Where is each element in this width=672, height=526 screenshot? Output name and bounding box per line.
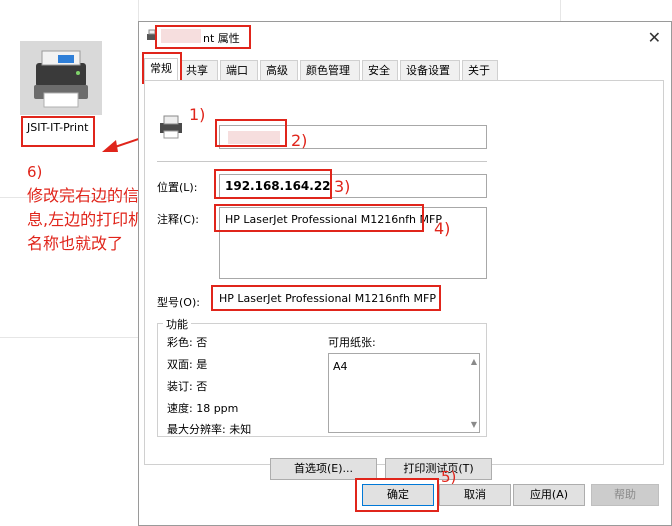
annotation-4: 4) — [434, 219, 451, 238]
tab-ports[interactable]: 端口 — [220, 60, 258, 80]
background-divider — [560, 0, 561, 21]
annotation-note-text: 修改完右边的信息,左边的打印机名称也就改了 — [27, 186, 145, 253]
annotation-note: 6) 修改完右边的信息,左边的打印机名称也就改了 — [27, 160, 147, 256]
title-highlight — [155, 25, 251, 49]
tab-sharing[interactable]: 共享 — [180, 60, 218, 80]
tab-security[interactable]: 安全 — [362, 60, 398, 80]
location-highlight — [214, 169, 332, 199]
location-label: 位置(L): — [157, 181, 198, 194]
annotation-1: 1) — [189, 105, 206, 124]
background-divider — [138, 0, 139, 21]
cancel-button[interactable]: 取消 — [439, 484, 511, 506]
model-highlight — [211, 285, 441, 311]
apply-button[interactable]: 应用(A) — [513, 484, 585, 506]
printer-icon — [34, 50, 88, 108]
help-button[interactable]: 帮助 — [591, 484, 659, 506]
tab-color-management[interactable]: 颜色管理 — [300, 60, 360, 80]
paper-label: 可用纸张: — [328, 336, 376, 349]
features-title: 功能 — [163, 316, 191, 332]
scroll-down-icon[interactable]: ▼ — [471, 420, 477, 429]
feature-speed: 速度: 18 ppm — [167, 402, 239, 415]
feature-color: 彩色: 否 — [167, 336, 208, 349]
divider — [157, 161, 487, 162]
tab-advanced[interactable]: 高级 — [260, 60, 298, 80]
printer-icon — [160, 115, 182, 139]
comment-label: 注释(C): — [157, 213, 199, 226]
feature-duplex: 双面: 是 — [167, 358, 208, 371]
annotation-2: 2) — [291, 131, 308, 150]
close-icon[interactable]: ✕ — [648, 28, 661, 47]
paper-listbox[interactable]: A4 ▲ ▼ — [328, 353, 480, 433]
printer-properties-dialog: nt 属性 ✕ 常规 共享 端口 高级 颜色管理 安全 设备设置 关于 1) 2… — [138, 21, 672, 526]
tab-bar: 常规 共享 端口 高级 颜色管理 安全 设备设置 关于 — [139, 58, 671, 80]
ok-button-highlight — [355, 478, 439, 512]
preferences-button[interactable]: 首选项(E)... — [270, 458, 377, 480]
dialog-titlebar: nt 属性 ✕ — [139, 22, 671, 52]
tab-device-settings[interactable]: 设备设置 — [400, 60, 460, 80]
feature-max-resolution: 最大分辨率: 未知 — [167, 423, 252, 436]
feature-staple: 装订: 否 — [167, 380, 208, 393]
paper-item[interactable]: A4 — [333, 360, 348, 373]
tab-about[interactable]: 关于 — [462, 60, 498, 80]
printer-tile[interactable] — [20, 41, 102, 115]
annotation-6: 6) — [27, 163, 43, 181]
comment-highlight — [214, 204, 424, 232]
printer-name-highlight — [21, 116, 95, 147]
printer-name-input-highlight — [215, 119, 287, 147]
background-divider — [0, 337, 138, 338]
scroll-up-icon[interactable]: ▲ — [471, 357, 477, 366]
general-tab-panel: 1) 2) 位置(L): 192.168.164.22 3) 注释(C): HP… — [144, 80, 664, 480]
annotation-3: 3) — [334, 177, 351, 196]
model-label: 型号(O): — [157, 296, 200, 309]
print-test-page-button[interactable]: 打印测试页(T) — [385, 458, 492, 480]
